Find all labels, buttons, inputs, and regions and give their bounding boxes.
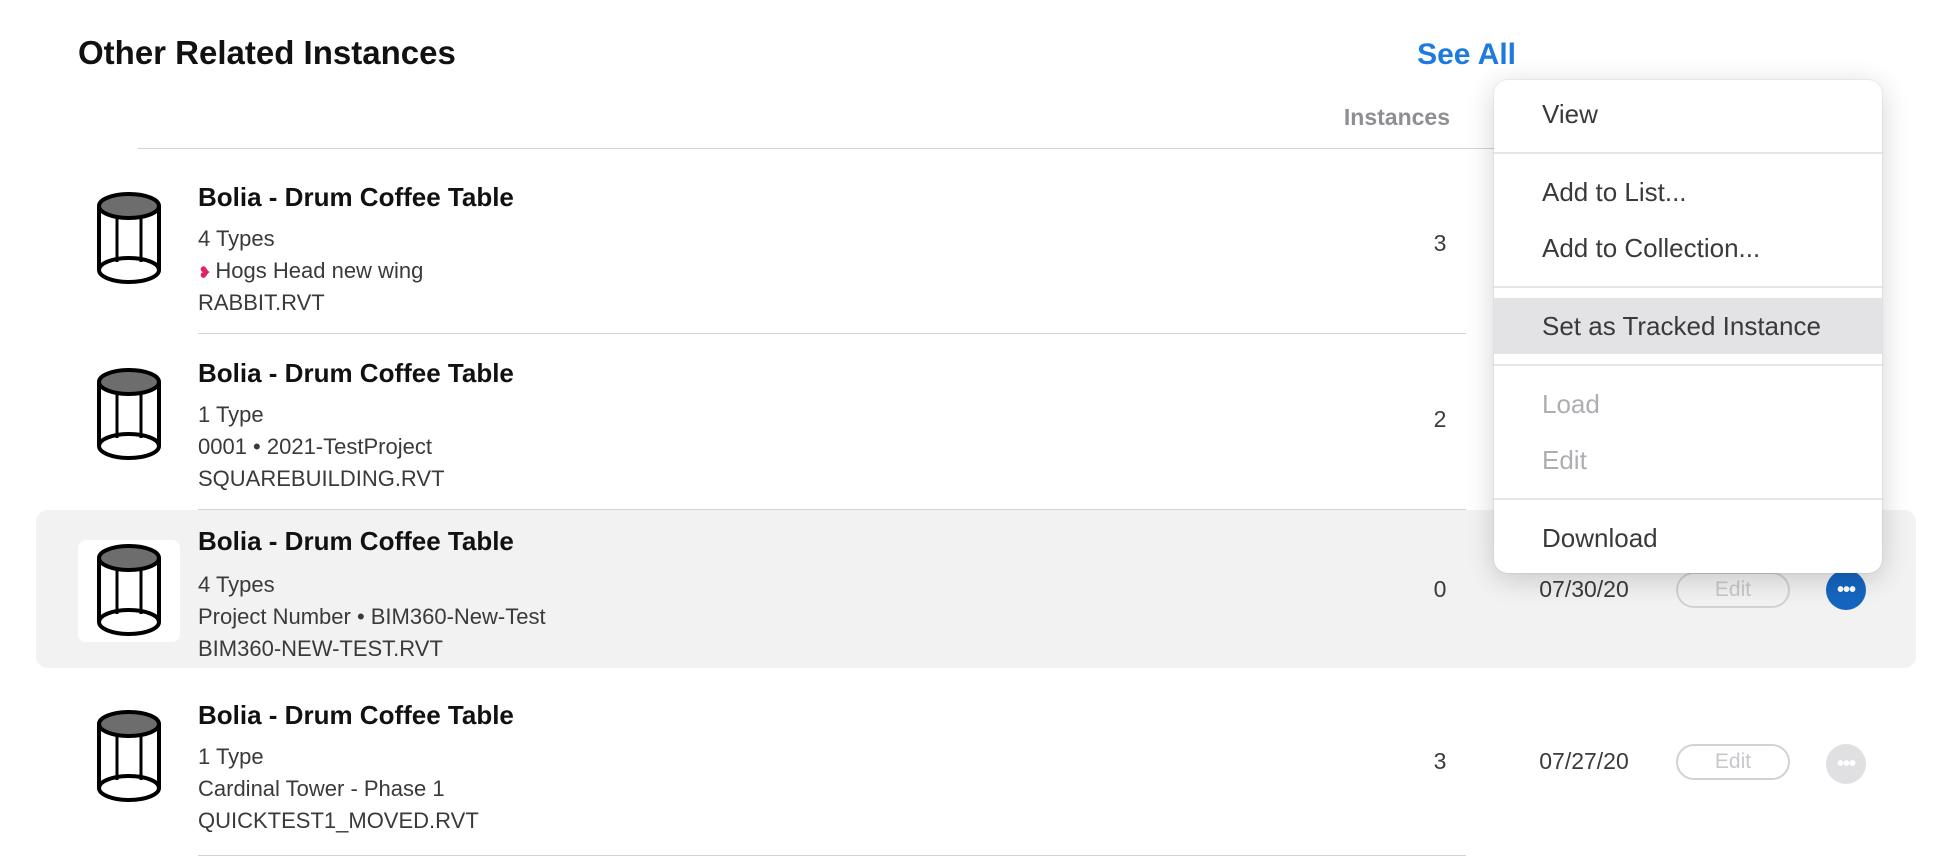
instance-types: 1 Type xyxy=(198,744,264,769)
menu-separator xyxy=(1494,286,1882,288)
instance-file: BIM360-NEW-TEST.RVT xyxy=(198,636,443,661)
edit-button[interactable]: Edit xyxy=(1676,572,1790,608)
menu-separator xyxy=(1494,498,1882,500)
instance-row[interactable]: Bolia - Drum Coffee Table 1 Type Cardina… xyxy=(36,686,1916,856)
instance-title: Bolia - Drum Coffee Table xyxy=(198,526,514,556)
instance-project: ❥ Hogs Head new wing xyxy=(198,258,423,284)
drum-table-thumbnail xyxy=(78,706,180,808)
instance-project: Cardinal Tower - Phase 1 xyxy=(198,776,445,801)
instance-file: RABBIT.RVT xyxy=(198,290,325,315)
instance-count: 2 xyxy=(1433,406,1447,432)
drum-table-thumbnail xyxy=(78,188,180,290)
instance-count: 3 xyxy=(1433,230,1447,256)
row-divider xyxy=(198,333,1466,334)
menu-separator xyxy=(1494,152,1882,154)
more-options-button[interactable]: ••• xyxy=(1826,570,1866,610)
instance-count: 3 xyxy=(1433,748,1447,774)
menu-separator xyxy=(1494,364,1882,366)
menu-item-load: Load xyxy=(1542,388,1600,419)
instances-column-header[interactable]: Instances xyxy=(1270,104,1450,131)
more-options-button[interactable]: ••• xyxy=(1826,744,1866,784)
see-all-link[interactable]: See All xyxy=(1417,38,1516,72)
edit-button[interactable]: Edit xyxy=(1676,744,1790,780)
instance-title: Bolia - Drum Coffee Table xyxy=(198,182,514,212)
instance-project: Project Number • BIM360-New-Test xyxy=(198,604,546,629)
menu-item-download[interactable]: Download xyxy=(1494,510,1882,566)
menu-item-add-to-collection[interactable]: Add to Collection... xyxy=(1494,220,1882,276)
instance-count: 0 xyxy=(1433,576,1447,602)
menu-item-set-as-tracked-instance[interactable]: Set as Tracked Instance xyxy=(1494,298,1882,354)
instance-date: 07/27/20 xyxy=(1539,748,1629,774)
instance-file: QUICKTEST1_MOVED.RVT xyxy=(198,808,479,833)
row-divider xyxy=(198,855,1466,856)
drum-table-thumbnail xyxy=(78,364,180,466)
heart-icon: ❥ xyxy=(198,265,212,282)
instance-project: 0001 • 2021-TestProject xyxy=(198,434,432,459)
drum-table-thumbnail xyxy=(78,540,180,642)
instance-types: 4 Types xyxy=(198,572,275,597)
instance-title: Bolia - Drum Coffee Table xyxy=(198,358,514,388)
menu-item-edit: Edit xyxy=(1542,444,1587,475)
context-menu: View Add to List... Add to Collection...… xyxy=(1494,80,1882,573)
section-title: Other Related Instances xyxy=(78,34,456,71)
instance-types: 4 Types xyxy=(198,226,275,251)
instance-date: 07/30/20 xyxy=(1539,576,1629,602)
instance-types: 1 Type xyxy=(198,402,264,427)
instance-title: Bolia - Drum Coffee Table xyxy=(198,700,514,730)
menu-item-add-to-list[interactable]: Add to List... xyxy=(1494,164,1882,220)
menu-item-view[interactable]: View xyxy=(1494,86,1882,142)
header-divider xyxy=(138,148,1514,149)
instance-file: SQUAREBUILDING.RVT xyxy=(198,466,445,491)
instance-project-name: Hogs Head new wing xyxy=(215,258,424,283)
